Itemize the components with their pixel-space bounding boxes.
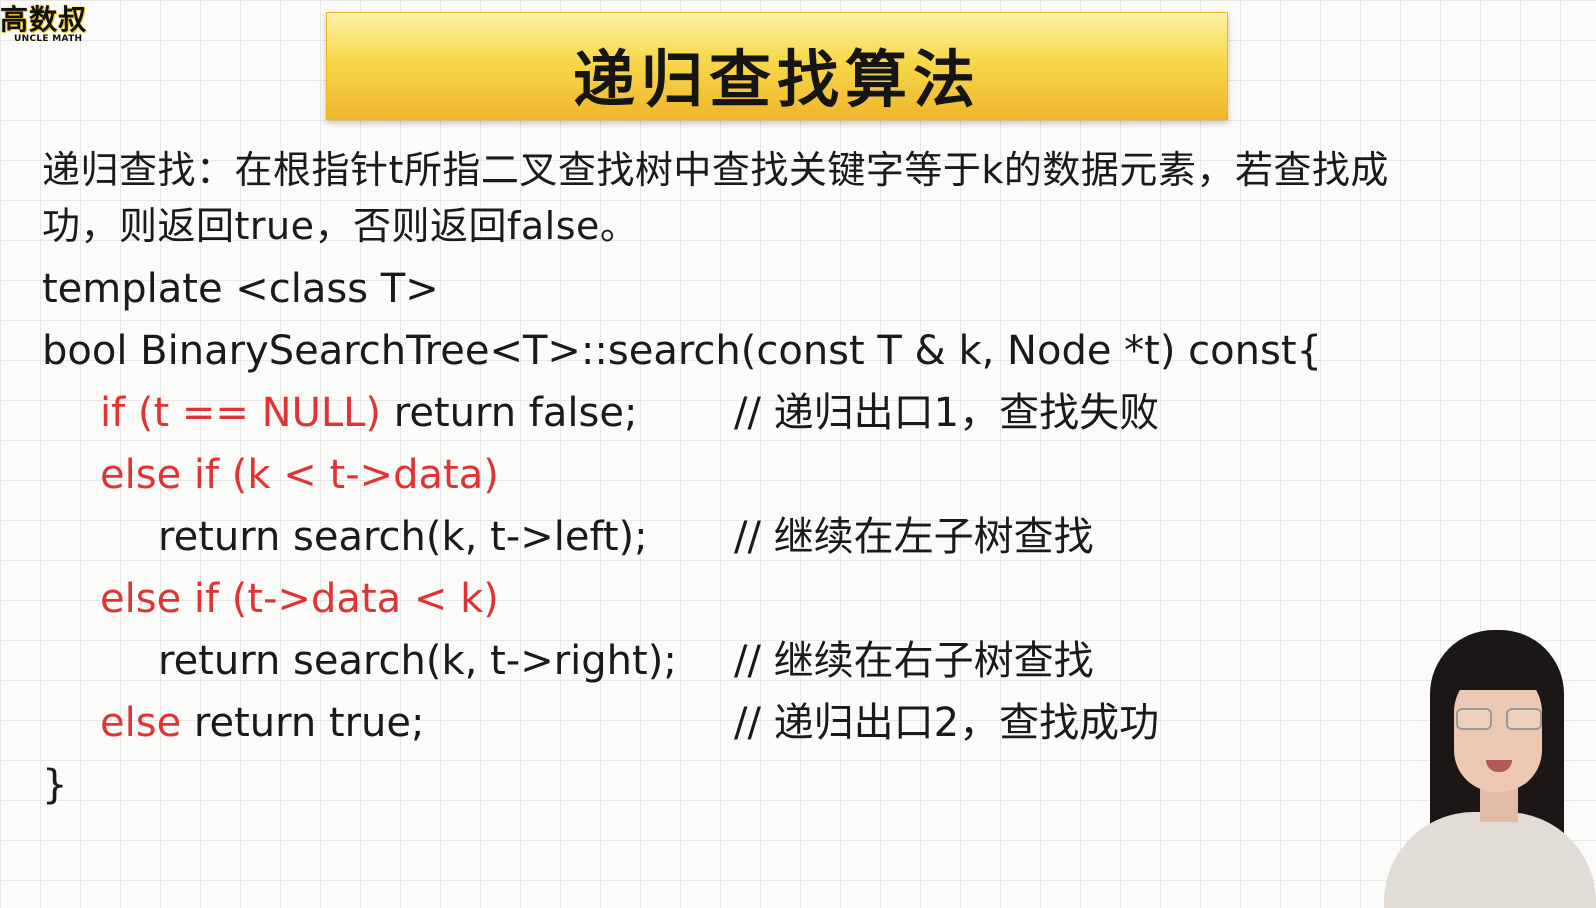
glasses-right-icon xyxy=(1506,708,1542,730)
description-line-1: 递归查找：在根指针t所指二叉查找树中查找关键字等于k的数据元素，若查找成 xyxy=(42,148,1389,192)
code-text: return search(k, t->left); xyxy=(158,514,648,560)
code-text: return search(k, t->right); xyxy=(158,638,677,684)
description-line-2: 功，则返回true，否则返回false。 xyxy=(42,204,639,248)
slide-title: 递归查找算法 xyxy=(572,43,981,116)
description-text: 递归查找：在根指针t所指二叉查找树中查找关键字等于k的数据元素，若查找成 功，则… xyxy=(42,142,1582,254)
logo-text-en: UNCLE MATH xyxy=(14,34,83,44)
code-line-5: return search(k, t->left); // 继续在左子树查找 xyxy=(42,506,1442,568)
code-comment: // 递归出口1，查找失败 xyxy=(734,390,1160,436)
code-line-6: else if (t->data < k) xyxy=(42,568,1442,630)
code-keyword-red: else xyxy=(100,700,182,746)
code-line-4: else if (k < t->data) xyxy=(42,444,1442,506)
code-comment: // 递归出口2，查找成功 xyxy=(734,700,1160,746)
code-text: template <class T> xyxy=(42,266,439,312)
uncle-math-logo: 高数叔 UNCLE MATH xyxy=(0,0,110,50)
code-comment: // 继续在左子树查找 xyxy=(734,514,1094,560)
presenter-body xyxy=(1384,812,1596,908)
title-banner: 递归查找算法 xyxy=(326,12,1228,120)
code-comment: // 继续在右子树查找 xyxy=(734,638,1094,684)
code-block: template <class T> bool BinarySearchTree… xyxy=(42,258,1442,816)
code-line-8: else return true; // 递归出口2，查找成功 xyxy=(42,692,1442,754)
presenter-video-icon xyxy=(1384,622,1596,908)
code-text: return true; xyxy=(181,700,425,746)
code-line-2: bool BinarySearchTree<T>::search(const T… xyxy=(42,320,1442,382)
code-keyword-red: else if (t->data < k) xyxy=(100,576,499,622)
glasses-left-icon xyxy=(1456,708,1492,730)
logo-text-cn: 高数叔 xyxy=(0,3,88,36)
code-line-1: template <class T> xyxy=(42,258,1442,320)
code-line-9: } xyxy=(42,754,1442,816)
code-line-7: return search(k, t->right); // 继续在右子树查找 xyxy=(42,630,1442,692)
code-text: return false; xyxy=(381,390,638,436)
code-keyword-red: else if (k < t->data) xyxy=(100,452,499,498)
code-keyword-red: if (t == NULL) xyxy=(100,390,382,436)
code-line-3: if (t == NULL) return false; // 递归出口1，查找… xyxy=(42,382,1442,444)
code-text: bool BinarySearchTree<T>::search(const T… xyxy=(42,328,1322,374)
presenter-bangs xyxy=(1446,646,1550,690)
code-text: } xyxy=(42,762,68,808)
